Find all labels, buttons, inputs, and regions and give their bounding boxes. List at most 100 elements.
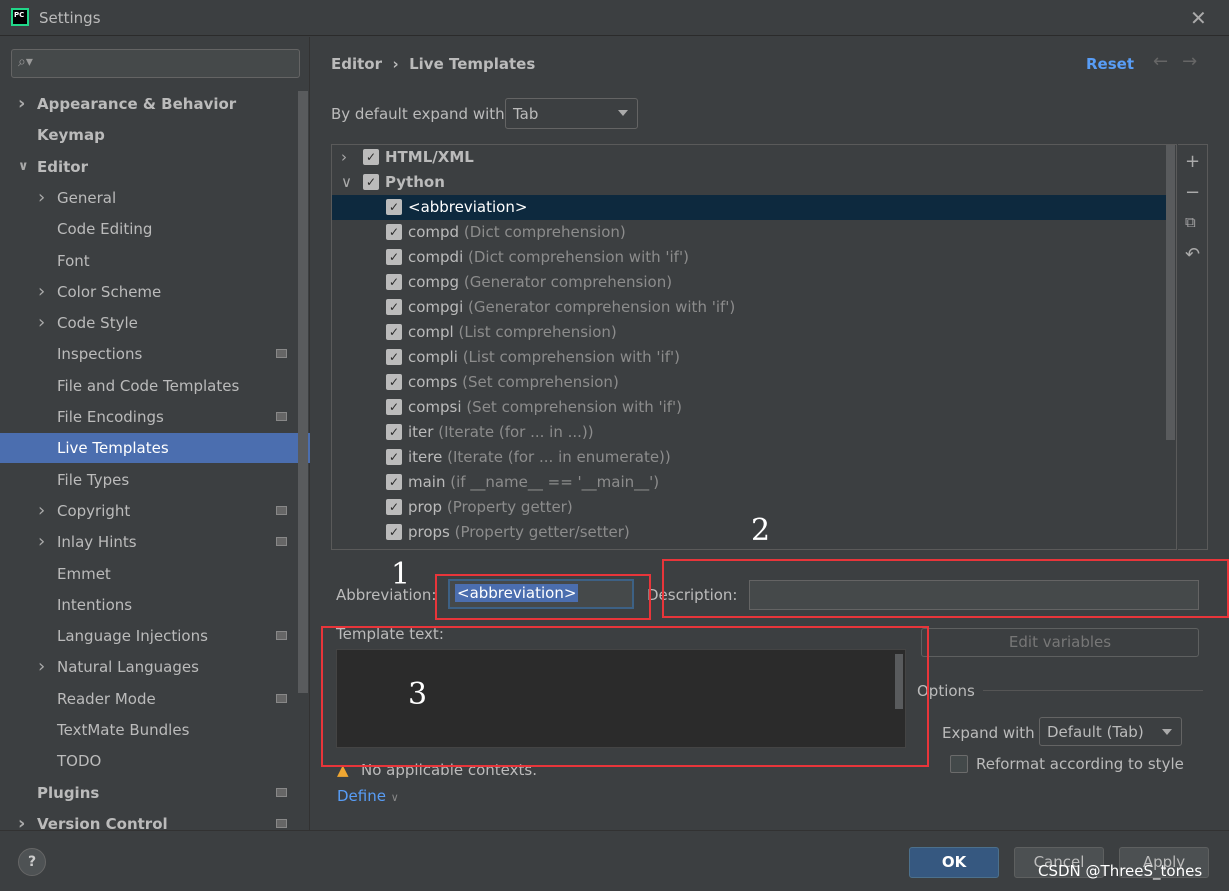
expand-default-select[interactable]: Tab bbox=[505, 98, 638, 129]
template-row[interactable]: ✓ compd (Dict comprehension) bbox=[332, 220, 1166, 245]
template-row[interactable]: › ✓ HTML/XML bbox=[332, 145, 1166, 170]
reformat-checkbox[interactable] bbox=[950, 755, 968, 773]
edit-variables-button[interactable]: Edit variables bbox=[921, 628, 1199, 657]
back-arrow-icon[interactable]: ← bbox=[1153, 51, 1182, 72]
template-row[interactable]: ✓ comps (Set comprehension) bbox=[332, 370, 1166, 395]
template-row[interactable]: ∨ ✓ Python bbox=[332, 170, 1166, 195]
checkbox[interactable]: ✓ bbox=[386, 224, 402, 240]
template-row[interactable]: ✓ compdi (Dict comprehension with 'if') bbox=[332, 245, 1166, 270]
template-row[interactable]: ✓ iter (Iterate (for ... in ...)) bbox=[332, 420, 1166, 445]
checkbox[interactable]: ✓ bbox=[386, 424, 402, 440]
breadcrumb-live-templates: Live Templates bbox=[409, 55, 536, 73]
template-row[interactable]: ✓ compli (List comprehension with 'if') bbox=[332, 345, 1166, 370]
sidebar-item[interactable]: Font bbox=[0, 246, 296, 276]
sidebar-item[interactable]: TextMate Bundles bbox=[0, 715, 296, 745]
sidebar-item[interactable]: › Natural Languages bbox=[0, 652, 296, 682]
add-icon[interactable]: + bbox=[1185, 151, 1200, 172]
template-abbr: compdi bbox=[408, 248, 464, 266]
sidebar-item-label: File and Code Templates bbox=[57, 376, 240, 395]
sidebar-item[interactable]: File and Code Templates bbox=[0, 371, 296, 401]
template-row[interactable]: ✓ compl (List comprehension) bbox=[332, 320, 1166, 345]
template-description: (Dict comprehension with 'if') bbox=[468, 248, 689, 266]
chevron-down-icon[interactable]: ∨ bbox=[341, 170, 352, 195]
sidebar-item[interactable]: Intentions bbox=[0, 590, 296, 620]
sidebar-item[interactable]: Code Editing bbox=[0, 214, 296, 244]
sidebar-item[interactable]: File Encodings bbox=[0, 402, 296, 432]
reset-link[interactable]: Reset bbox=[1086, 55, 1134, 73]
template-abbr: prop bbox=[408, 498, 443, 516]
chevron-right-icon[interactable]: › bbox=[341, 145, 347, 170]
template-row[interactable]: ✓ main (if __name__ == '__main__') bbox=[332, 470, 1166, 495]
sidebar-item[interactable]: Live Templates bbox=[0, 433, 310, 464]
checkbox[interactable]: ✓ bbox=[386, 199, 402, 215]
template-description: (List comprehension with 'if') bbox=[462, 348, 680, 366]
checkbox[interactable]: ✓ bbox=[386, 474, 402, 490]
remove-icon[interactable]: − bbox=[1185, 182, 1200, 203]
checkbox[interactable]: ✓ bbox=[386, 524, 402, 540]
sidebar-item[interactable]: › Appearance & Behavior bbox=[0, 89, 296, 119]
sidebar-item[interactable]: › Color Scheme bbox=[0, 277, 296, 307]
title-bar: PC Settings ✕ bbox=[0, 0, 1229, 36]
template-row[interactable]: ✓ <abbreviation> bbox=[332, 195, 1166, 220]
template-abbr: compli bbox=[408, 348, 458, 366]
sidebar-item[interactable]: ∨ Editor bbox=[0, 152, 296, 182]
checkbox[interactable]: ✓ bbox=[386, 249, 402, 265]
chevron-down-icon[interactable]: ∨ bbox=[18, 152, 29, 182]
expand-with-select[interactable]: Default (Tab) bbox=[1039, 717, 1182, 746]
chevron-right-icon[interactable]: › bbox=[38, 308, 45, 338]
checkbox[interactable]: ✓ bbox=[363, 174, 379, 190]
template-row[interactable]: ✓ compg (Generator comprehension) bbox=[332, 270, 1166, 295]
sidebar-item-label: Keymap bbox=[37, 126, 105, 145]
chevron-right-icon[interactable]: › bbox=[38, 652, 45, 682]
chevron-right-icon[interactable]: › bbox=[18, 89, 25, 119]
restore-icon[interactable]: ↶ bbox=[1185, 244, 1200, 265]
checkbox[interactable]: ✓ bbox=[386, 499, 402, 515]
chevron-right-icon[interactable]: › bbox=[38, 183, 45, 213]
sidebar-item[interactable]: Reader Mode bbox=[0, 684, 296, 714]
sidebar-item[interactable]: Plugins bbox=[0, 778, 296, 808]
sidebar-item[interactable]: File Types bbox=[0, 465, 296, 495]
checkbox[interactable]: ✓ bbox=[386, 324, 402, 340]
template-row[interactable]: ✓ props (Property getter/setter) bbox=[332, 520, 1166, 545]
sidebar-item[interactable]: Inspections bbox=[0, 339, 296, 369]
search-input[interactable]: ⌕▾ bbox=[11, 49, 300, 78]
sidebar-item[interactable]: TODO bbox=[0, 746, 296, 776]
sidebar-item[interactable]: Language Injections bbox=[0, 621, 296, 651]
tree-scrollbar[interactable] bbox=[1166, 145, 1175, 440]
close-icon[interactable]: ✕ bbox=[1190, 6, 1207, 30]
chevron-right-icon[interactable]: › bbox=[38, 277, 45, 307]
expand-default-label: By default expand with bbox=[331, 105, 505, 123]
reformat-label[interactable]: Reformat according to style bbox=[976, 755, 1184, 773]
sidebar-item[interactable]: Emmet bbox=[0, 559, 296, 589]
checkbox[interactable]: ✓ bbox=[386, 299, 402, 315]
copy-icon[interactable]: ⧉ bbox=[1185, 213, 1196, 231]
template-row[interactable]: ✓ compgi (Generator comprehension with 'i… bbox=[332, 295, 1166, 320]
forward-arrow-icon[interactable]: → bbox=[1182, 51, 1211, 72]
template-row[interactable]: ✓ itere (Iterate (for ... in enumerate)) bbox=[332, 445, 1166, 470]
annotation-mark-1: 1 bbox=[391, 557, 411, 592]
chevron-down-icon bbox=[618, 110, 628, 116]
define-link[interactable]: Define ∨ bbox=[337, 787, 399, 805]
template-abbr: compgi bbox=[408, 298, 464, 316]
ok-button[interactable]: OK bbox=[909, 847, 999, 878]
breadcrumb-editor[interactable]: Editor bbox=[331, 55, 382, 73]
sidebar-item[interactable]: Keymap bbox=[0, 120, 296, 150]
checkbox[interactable]: ✓ bbox=[386, 399, 402, 415]
help-button[interactable]: ? bbox=[18, 848, 46, 876]
sidebar-item[interactable]: › Copyright bbox=[0, 496, 296, 526]
checkbox[interactable]: ✓ bbox=[386, 274, 402, 290]
chevron-right-icon[interactable]: › bbox=[38, 496, 45, 526]
sidebar-item[interactable]: › Code Style bbox=[0, 308, 296, 338]
sidebar-item[interactable]: › Inlay Hints bbox=[0, 527, 296, 557]
template-row[interactable]: ✓ prop (Property getter) bbox=[332, 495, 1166, 520]
checkbox[interactable]: ✓ bbox=[386, 374, 402, 390]
sidebar-scrollbar[interactable] bbox=[298, 91, 308, 693]
chevron-right-icon[interactable]: › bbox=[38, 527, 45, 557]
template-row[interactable]: ✓ compsi (Set comprehension with 'if') bbox=[332, 395, 1166, 420]
checkbox[interactable]: ✓ bbox=[363, 149, 379, 165]
checkbox[interactable]: ✓ bbox=[386, 349, 402, 365]
checkbox[interactable]: ✓ bbox=[386, 449, 402, 465]
sidebar-item[interactable]: › General bbox=[0, 183, 296, 213]
template-description: (Property getter/setter) bbox=[454, 523, 630, 541]
main-panel: Editor › Live Templates Reset ←→ By defa… bbox=[311, 37, 1229, 830]
